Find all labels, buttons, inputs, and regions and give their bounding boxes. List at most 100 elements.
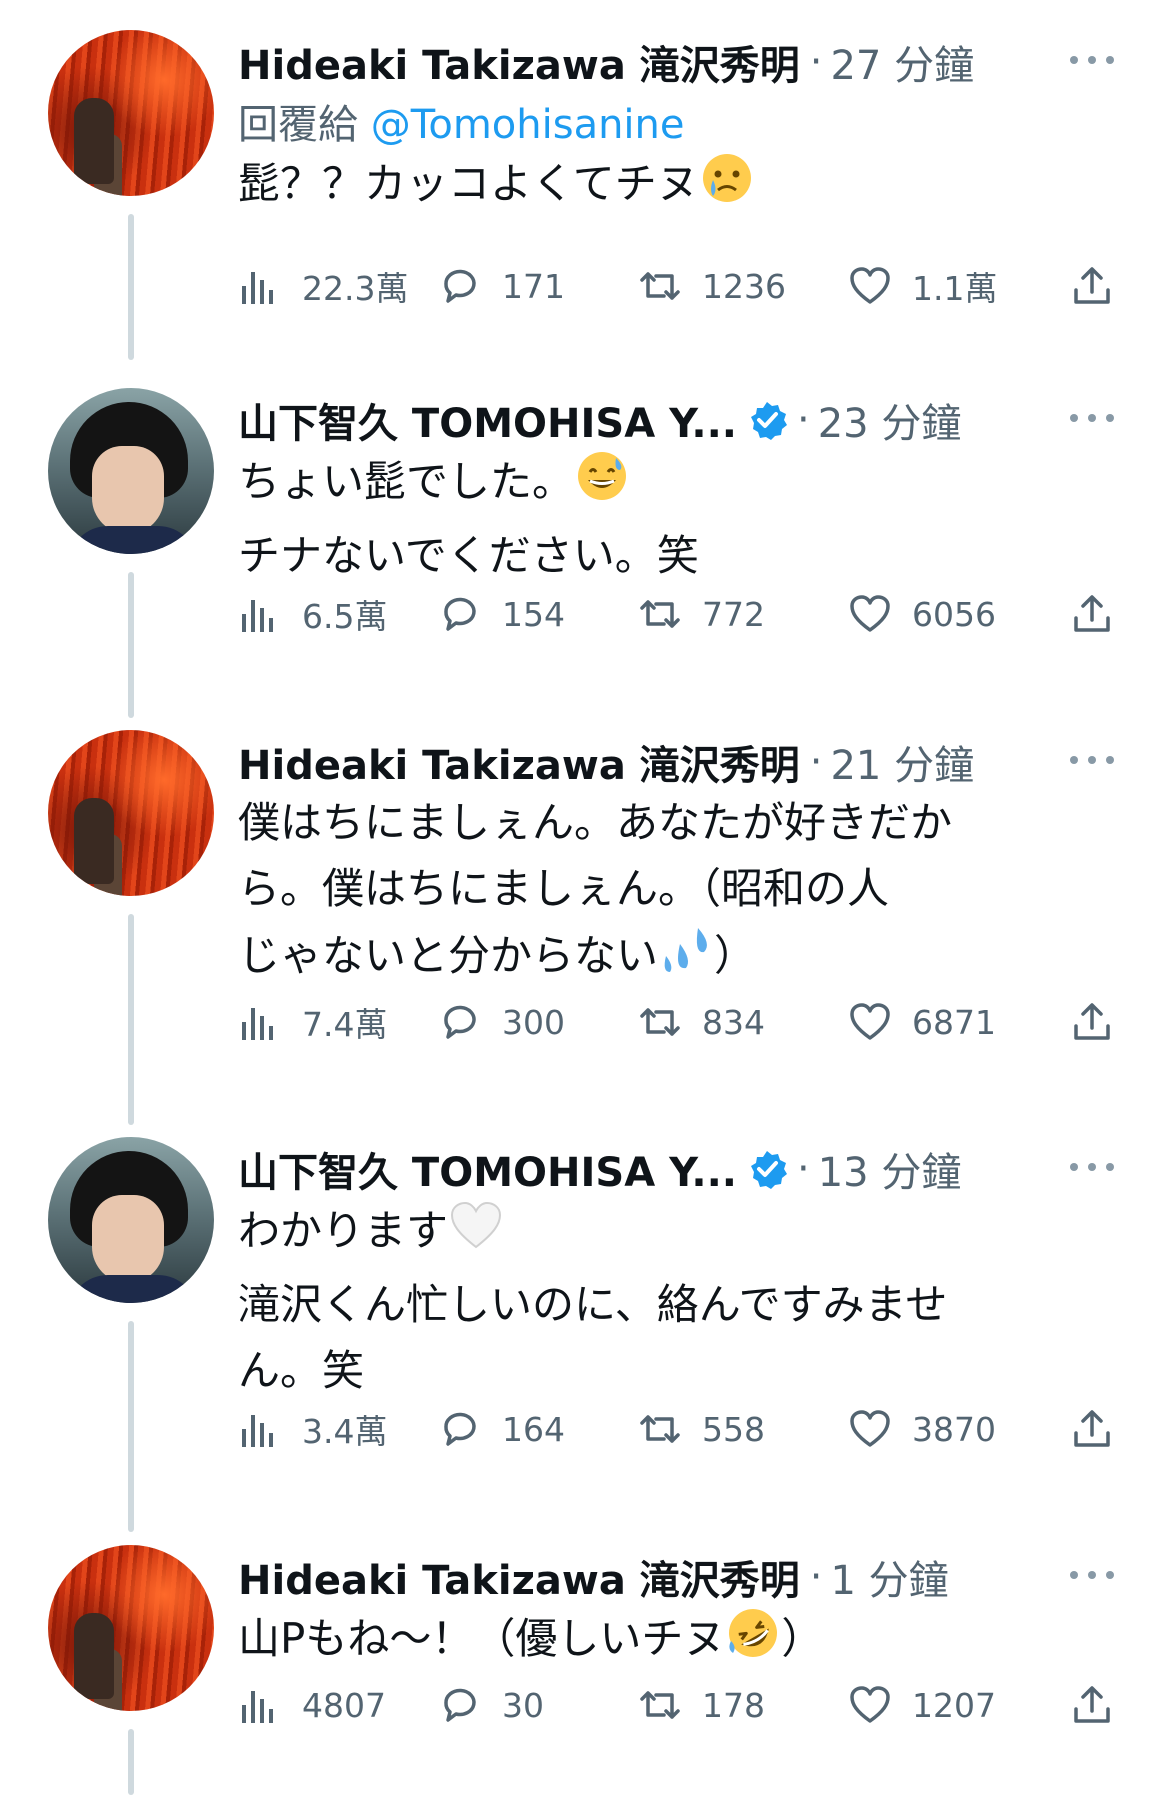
timestamp[interactable]: 13 分鐘 xyxy=(818,1140,962,1198)
tweet[interactable]: Hideaki Takizawa 滝沢秀明 · 27 分鐘 回覆給 @Tomoh… xyxy=(0,30,1170,360)
avatar[interactable] xyxy=(48,388,214,554)
avatar[interactable] xyxy=(48,1545,214,1711)
tweet-text-line: 滝沢くん忙しいのに、絡んですみませ xyxy=(238,1280,948,1329)
tweet-text-line: じゃないと分からない xyxy=(238,931,659,980)
tweet-text-line: 山Pもね～！（優しいチヌ xyxy=(238,1614,726,1663)
like-count: 3870 xyxy=(912,1409,996,1449)
tweet-text: 僕はちにましぇん。あなたが好きだか ら。僕はちにましぇん。（昭和の人 じゃないと… xyxy=(238,790,1118,997)
views-count: 6.5萬 xyxy=(302,597,388,636)
reply-icon xyxy=(444,597,476,631)
thread-line xyxy=(128,214,134,360)
analytics-icon xyxy=(242,1691,273,1723)
retweet-icon xyxy=(640,1691,680,1719)
like-button[interactable]: 1.1萬 xyxy=(848,256,997,316)
timestamp[interactable]: 23 分鐘 xyxy=(818,391,962,449)
retweet-count: 1236 xyxy=(702,266,786,306)
separator-dot: · xyxy=(797,397,810,443)
like-count: 6871 xyxy=(912,1002,996,1042)
views-button[interactable]: 7.4萬 xyxy=(238,992,387,1052)
analytics-icon xyxy=(242,600,273,632)
views-button[interactable]: 6.5萬 xyxy=(238,584,387,644)
analytics-icon xyxy=(242,1415,273,1447)
rofl-face-emoji xyxy=(725,1605,781,1680)
tweet-header: Hideaki Takizawa 滝沢秀明 · 1 分鐘 xyxy=(238,1545,1122,1609)
heart-icon xyxy=(850,1410,890,1447)
reply-button[interactable]: 171 xyxy=(438,256,565,316)
action-bar: 6.5萬 154 772 6056 xyxy=(238,584,1118,644)
retweet-icon xyxy=(640,272,680,300)
author-name[interactable]: Hideaki Takizawa 滝沢秀明 xyxy=(238,33,800,91)
author-name[interactable]: Hideaki Takizawa 滝沢秀明 xyxy=(238,1548,800,1606)
tweet-text-line: わかります xyxy=(238,1206,449,1255)
reply-icon xyxy=(444,1688,476,1722)
analytics-icon xyxy=(242,272,273,304)
like-button[interactable]: 1207 xyxy=(848,1675,996,1735)
tweet[interactable]: 山下智久 TOMOHISA Y... · 23 分鐘 ちょい髭でした。 チナない… xyxy=(0,388,1170,718)
reply-handle-link[interactable]: @Tomohisanine xyxy=(371,102,685,148)
tweet[interactable]: 山下智久 TOMOHISA Y... · 13 分鐘 わかります 滝沢くん忙しい… xyxy=(0,1137,1170,1532)
like-button[interactable]: 6871 xyxy=(848,992,996,1052)
reply-button[interactable]: 154 xyxy=(438,584,565,644)
heart-icon xyxy=(850,595,890,632)
like-button[interactable]: 6056 xyxy=(848,584,996,644)
like-button[interactable]: 3870 xyxy=(848,1399,996,1459)
verified-badge-icon xyxy=(747,400,788,440)
timestamp[interactable]: 21 分鐘 xyxy=(830,733,974,791)
share-icon xyxy=(1074,267,1110,304)
views-button[interactable]: 22.3萬 xyxy=(238,256,408,316)
share-button[interactable] xyxy=(1070,992,1114,1052)
tweet-text-line: ） xyxy=(714,931,757,980)
tweet[interactable]: Hideaki Takizawa 滝沢秀明 · 21 分鐘 僕はちにましぇん。あ… xyxy=(0,730,1170,1125)
more-options-icon[interactable] xyxy=(1062,398,1122,438)
thread-line xyxy=(128,1729,134,1795)
avatar[interactable] xyxy=(48,1137,214,1303)
share-button[interactable] xyxy=(1070,256,1114,316)
retweet-button[interactable]: 834 xyxy=(638,992,765,1052)
tweet-text: 山Pもね～！（優しいチヌ ） xyxy=(238,1605,1118,1680)
reply-count: 300 xyxy=(502,1002,565,1042)
share-icon xyxy=(1074,1410,1110,1447)
avatar[interactable] xyxy=(48,30,214,196)
action-bar: 22.3萬 171 1236 1.1萬 xyxy=(238,256,1118,316)
tweet-text: 髭？？カッコよくてチヌ xyxy=(238,150,1118,225)
share-button[interactable] xyxy=(1070,1675,1114,1735)
retweet-button[interactable]: 178 xyxy=(638,1675,765,1735)
retweet-count: 772 xyxy=(702,594,765,634)
reply-count: 30 xyxy=(502,1685,544,1725)
timestamp[interactable]: 1 分鐘 xyxy=(830,1548,948,1606)
tweet-header: Hideaki Takizawa 滝沢秀明 · 21 分鐘 xyxy=(238,730,1122,794)
author-name[interactable]: 山下智久 TOMOHISA Y... xyxy=(238,1140,737,1198)
reply-button[interactable]: 30 xyxy=(438,1675,544,1735)
like-count: 1207 xyxy=(912,1685,996,1725)
more-options-icon[interactable] xyxy=(1062,40,1122,80)
separator-dot: · xyxy=(809,39,823,85)
timestamp[interactable]: 27 分鐘 xyxy=(830,33,974,91)
avatar[interactable] xyxy=(48,730,214,896)
share-button[interactable] xyxy=(1070,584,1114,644)
retweet-icon xyxy=(640,600,680,628)
reply-count: 164 xyxy=(502,1409,565,1449)
tweet[interactable]: Hideaki Takizawa 滝沢秀明 · 1 分鐘 山Pもね～！（優しいチ… xyxy=(0,1545,1170,1795)
thread-line xyxy=(128,572,134,718)
more-options-icon[interactable] xyxy=(1062,1555,1122,1595)
more-options-icon[interactable] xyxy=(1062,1147,1122,1187)
tweet-header: 山下智久 TOMOHISA Y... · 23 分鐘 xyxy=(238,388,1122,452)
share-icon xyxy=(1074,1686,1110,1723)
share-button[interactable] xyxy=(1070,1399,1114,1459)
like-count: 6056 xyxy=(912,594,996,634)
author-name[interactable]: Hideaki Takizawa 滝沢秀明 xyxy=(238,733,800,791)
more-options-icon[interactable] xyxy=(1062,740,1122,780)
retweet-button[interactable]: 772 xyxy=(638,584,765,644)
tweet-text-line: ちょい髭でした。 xyxy=(238,457,575,506)
reply-prefix: 回覆給 xyxy=(238,102,358,148)
reply-button[interactable]: 164 xyxy=(438,1399,565,1459)
retweet-button[interactable]: 1236 xyxy=(638,256,786,316)
white-heart-emoji xyxy=(448,1197,504,1272)
reply-button[interactable]: 300 xyxy=(438,992,565,1052)
separator-dot: · xyxy=(809,739,823,785)
retweet-button[interactable]: 558 xyxy=(638,1399,765,1459)
tweet-text-line: ん。笑 xyxy=(238,1346,365,1395)
views-button[interactable]: 4807 xyxy=(238,1675,386,1735)
views-button[interactable]: 3.4萬 xyxy=(238,1399,387,1459)
author-name[interactable]: 山下智久 TOMOHISA Y... xyxy=(238,391,737,449)
